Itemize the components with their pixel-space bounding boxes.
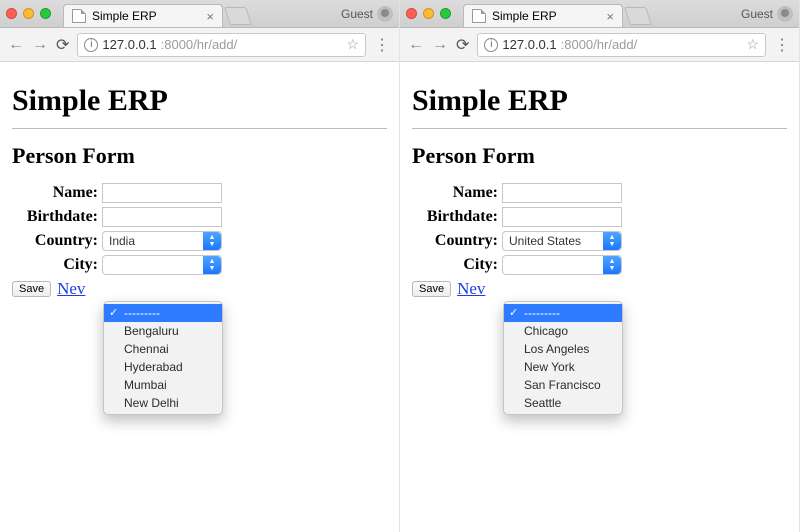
back-button[interactable]: ← xyxy=(408,36,424,54)
city-option[interactable]: New Delhi xyxy=(104,394,222,412)
select-arrows-icon: ▲▼ xyxy=(603,232,621,250)
new-link[interactable]: Nev xyxy=(457,279,485,299)
site-info-icon[interactable]: i xyxy=(84,38,98,52)
city-option[interactable]: Hyderabad xyxy=(104,358,222,376)
tab-title: Simple ERP xyxy=(492,9,557,23)
forward-button[interactable]: → xyxy=(432,36,448,54)
country-value: United States xyxy=(509,234,581,248)
url-path: :8000/hr/add/ xyxy=(161,37,238,52)
close-window-button[interactable] xyxy=(406,8,417,19)
tab-bar: Simple ERP × Guest xyxy=(0,0,399,28)
page-icon xyxy=(472,9,486,23)
tab-title: Simple ERP xyxy=(92,9,157,23)
minimize-window-button[interactable] xyxy=(423,8,434,19)
country-label: Country: xyxy=(12,232,102,250)
new-tab-button[interactable] xyxy=(624,7,652,25)
address-bar[interactable]: i 127.0.0.1 :8000/hr/add/ ☆ xyxy=(77,33,366,57)
reload-button[interactable]: ⟳ xyxy=(56,35,69,55)
avatar-icon xyxy=(777,6,793,22)
kebab-menu-icon[interactable]: ⋮ xyxy=(774,35,791,55)
close-window-button[interactable] xyxy=(6,8,17,19)
tab-bar: Simple ERP × Guest xyxy=(400,0,799,28)
select-arrows-icon: ▲▼ xyxy=(603,256,621,274)
country-select[interactable]: United States ▲▼ xyxy=(502,231,622,251)
profile-chip[interactable]: Guest xyxy=(341,0,393,27)
city-select[interactable]: ▲▼ xyxy=(502,255,622,275)
birthdate-input[interactable] xyxy=(502,207,622,227)
browser-window-left: Simple ERP × Guest ← → ⟳ i 127.0.0.1 :800… xyxy=(0,0,400,532)
country-select[interactable]: India ▲▼ xyxy=(102,231,222,251)
city-option-placeholder[interactable]: ✓--------- xyxy=(504,304,622,322)
avatar-icon xyxy=(377,6,393,22)
city-option[interactable]: Seattle xyxy=(504,394,622,412)
city-option[interactable]: San Francisco xyxy=(504,376,622,394)
back-button[interactable]: ← xyxy=(8,36,24,54)
profile-label: Guest xyxy=(741,7,773,21)
browser-window-right: Simple ERP × Guest ← → ⟳ i 127.0.0.1 :800… xyxy=(400,0,800,532)
form-title: Person Form xyxy=(412,143,787,169)
name-input[interactable] xyxy=(502,183,622,203)
window-controls xyxy=(406,0,451,27)
new-tab-button[interactable] xyxy=(224,7,252,25)
kebab-menu-icon[interactable]: ⋮ xyxy=(374,35,391,55)
city-option[interactable]: Mumbai xyxy=(104,376,222,394)
profile-chip[interactable]: Guest xyxy=(741,0,793,27)
save-button[interactable]: Save xyxy=(12,281,51,297)
close-tab-icon[interactable]: × xyxy=(606,10,614,23)
browser-tab[interactable]: Simple ERP × xyxy=(63,4,223,27)
address-bar[interactable]: i 127.0.0.1 :8000/hr/add/ ☆ xyxy=(477,33,766,57)
city-dropdown-list[interactable]: ✓---------BengaluruChennaiHyderabadMumba… xyxy=(103,301,223,415)
page-title: Simple ERP xyxy=(412,84,787,118)
city-label: City: xyxy=(12,256,102,274)
select-arrows-icon: ▲▼ xyxy=(203,256,221,274)
birthdate-label: Birthdate: xyxy=(12,208,102,226)
new-link[interactable]: Nev xyxy=(57,279,85,299)
city-option-placeholder[interactable]: ✓--------- xyxy=(104,304,222,322)
url-path: :8000/hr/add/ xyxy=(561,37,638,52)
page-content: Simple ERP Person Form Name: Birthdate: … xyxy=(400,62,799,307)
city-select[interactable]: ▲▼ xyxy=(102,255,222,275)
name-label: Name: xyxy=(412,184,502,202)
url-host: 127.0.0.1 xyxy=(102,37,156,52)
url-host: 127.0.0.1 xyxy=(502,37,556,52)
country-label: Country: xyxy=(412,232,502,250)
profile-label: Guest xyxy=(341,7,373,21)
check-icon: ✓ xyxy=(109,306,118,319)
name-input[interactable] xyxy=(102,183,222,203)
page-content: Simple ERP Person Form Name: Birthdate: … xyxy=(0,62,399,307)
reload-button[interactable]: ⟳ xyxy=(456,35,469,55)
form-title: Person Form xyxy=(12,143,387,169)
window-controls xyxy=(6,0,51,27)
page-icon xyxy=(72,9,86,23)
divider xyxy=(412,128,787,129)
minimize-window-button[interactable] xyxy=(23,8,34,19)
city-option[interactable]: Bengaluru xyxy=(104,322,222,340)
name-label: Name: xyxy=(12,184,102,202)
birthdate-label: Birthdate: xyxy=(412,208,502,226)
bookmark-icon[interactable]: ☆ xyxy=(746,36,759,53)
maximize-window-button[interactable] xyxy=(440,8,451,19)
check-icon: ✓ xyxy=(509,306,518,319)
city-dropdown-list[interactable]: ✓---------ChicagoLos AngelesNew YorkSan … xyxy=(503,301,623,415)
save-button[interactable]: Save xyxy=(412,281,451,297)
browser-tab[interactable]: Simple ERP × xyxy=(463,4,623,27)
page-title: Simple ERP xyxy=(12,84,387,118)
city-option[interactable]: New York xyxy=(504,358,622,376)
divider xyxy=(12,128,387,129)
maximize-window-button[interactable] xyxy=(40,8,51,19)
country-value: India xyxy=(109,234,135,248)
bookmark-icon[interactable]: ☆ xyxy=(346,36,359,53)
close-tab-icon[interactable]: × xyxy=(206,10,214,23)
toolbar: ← → ⟳ i 127.0.0.1 :8000/hr/add/ ☆ ⋮ xyxy=(400,28,799,62)
birthdate-input[interactable] xyxy=(102,207,222,227)
city-option[interactable]: Los Angeles xyxy=(504,340,622,358)
city-option[interactable]: Chennai xyxy=(104,340,222,358)
toolbar: ← → ⟳ i 127.0.0.1 :8000/hr/add/ ☆ ⋮ xyxy=(0,28,399,62)
site-info-icon[interactable]: i xyxy=(484,38,498,52)
city-label: City: xyxy=(412,256,502,274)
forward-button[interactable]: → xyxy=(32,36,48,54)
select-arrows-icon: ▲▼ xyxy=(203,232,221,250)
city-option[interactable]: Chicago xyxy=(504,322,622,340)
